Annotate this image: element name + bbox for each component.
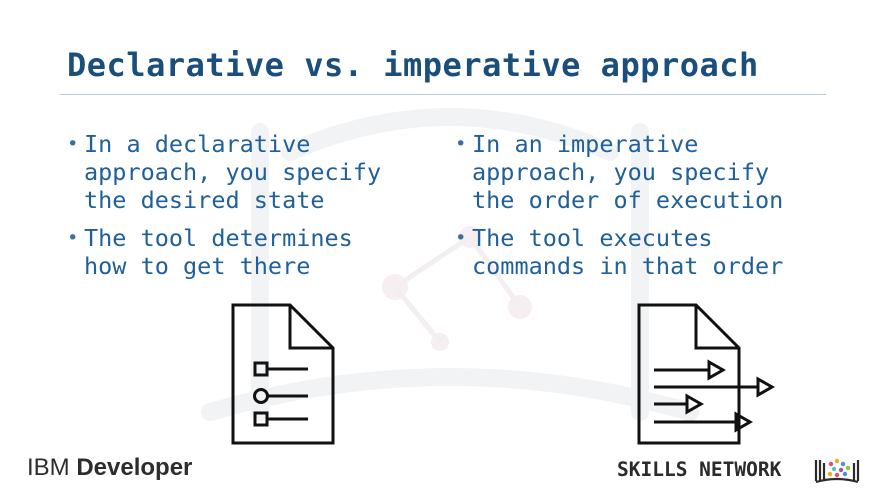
ibm-developer-logo: IBM Developer bbox=[27, 454, 192, 482]
bullet-line: The tool executes bbox=[472, 224, 713, 252]
bullet-line: commands in that order bbox=[472, 252, 784, 280]
imperative-document-arrows-icon bbox=[637, 303, 776, 445]
imperative-bullet-list: In an imperative approach, you specify t… bbox=[455, 130, 783, 290]
ibm-brand: IBM bbox=[27, 454, 70, 481]
bullet-line: In a declarative bbox=[84, 130, 311, 158]
declarative-bullet-list: In a declarative approach, you specify t… bbox=[67, 130, 381, 290]
title-divider bbox=[60, 94, 826, 95]
bullet-line: approach, you specify bbox=[472, 158, 770, 186]
bullet-item: The tool determines how to get there bbox=[67, 224, 381, 280]
skills-network-logo: SKILLS NETWORK bbox=[617, 458, 782, 481]
declarative-document-checklist-icon bbox=[231, 303, 335, 445]
bullet-line: approach, you specify bbox=[84, 158, 382, 186]
bullet-line: how to get there bbox=[84, 252, 311, 280]
bullet-item: In a declarative approach, you specify t… bbox=[67, 130, 381, 214]
bullet-line: the order of execution bbox=[472, 186, 784, 214]
bullet-line: The tool determines bbox=[84, 224, 353, 252]
bullet-line: the desired state bbox=[84, 186, 325, 214]
ibm-product: Developer bbox=[76, 454, 193, 481]
slide-title: Declarative vs. imperative approach bbox=[67, 46, 759, 84]
skills-network-books-icon bbox=[814, 458, 860, 484]
bullet-item: The tool executes commands in that order bbox=[455, 224, 783, 280]
bullet-line: In an imperative bbox=[472, 130, 699, 158]
bullet-item: In an imperative approach, you specify t… bbox=[455, 130, 783, 214]
